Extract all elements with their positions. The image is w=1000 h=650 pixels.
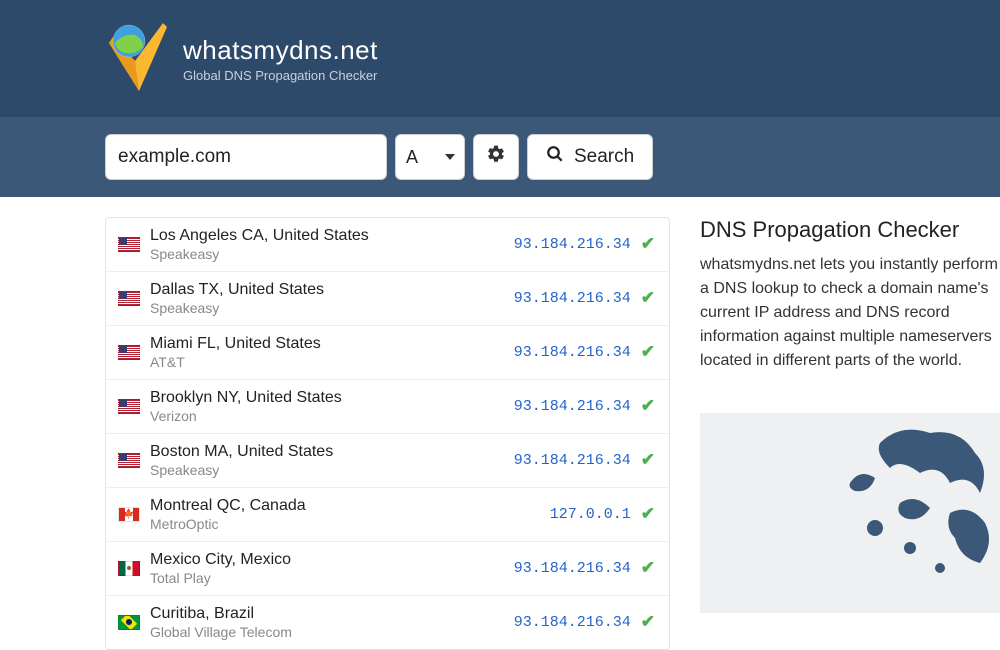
search-bar: A Search: [0, 117, 1000, 197]
location-block: Montreal QC, CanadaMetroOptic: [150, 496, 550, 533]
header-top: whatsmydns.net Global DNS Propagation Ch…: [0, 0, 1000, 117]
isp-name: Speakeasy: [150, 462, 514, 479]
flag-icon: [118, 399, 140, 414]
location-block: Brooklyn NY, United StatesVerizon: [150, 388, 514, 425]
logo-icon: [105, 19, 169, 99]
ip-address[interactable]: 93.184.216.34: [514, 614, 631, 631]
location-name: Brooklyn NY, United States: [150, 388, 514, 407]
site-name: whatsmydns.net: [183, 35, 378, 66]
location-block: Mexico City, MexicoTotal Play: [150, 550, 514, 587]
isp-name: MetroOptic: [150, 516, 550, 533]
location-name: Mexico City, Mexico: [150, 550, 514, 569]
flag-icon: [118, 507, 140, 522]
flag-icon: [118, 453, 140, 468]
result-row[interactable]: Miami FL, United StatesAT&T93.184.216.34…: [106, 326, 669, 380]
flag-icon: [118, 291, 140, 306]
logo[interactable]: whatsmydns.net Global DNS Propagation Ch…: [105, 19, 378, 99]
ip-address[interactable]: 93.184.216.34: [514, 560, 631, 577]
location-block: Los Angeles CA, United StatesSpeakeasy: [150, 226, 514, 263]
location-block: Dallas TX, United StatesSpeakeasy: [150, 280, 514, 317]
record-type-select[interactable]: A: [395, 134, 465, 180]
search-icon: [546, 145, 564, 169]
ip-address[interactable]: 93.184.216.34: [514, 290, 631, 307]
sidebar: DNS Propagation Checker whatsmydns.net l…: [700, 217, 1000, 650]
location-block: Boston MA, United StatesSpeakeasy: [150, 442, 514, 479]
site-tagline: Global DNS Propagation Checker: [183, 68, 378, 83]
brand-text: whatsmydns.net Global DNS Propagation Ch…: [183, 35, 378, 83]
isp-name: Speakeasy: [150, 246, 514, 263]
isp-name: Speakeasy: [150, 300, 514, 317]
check-icon: ✔: [641, 234, 655, 254]
check-icon: ✔: [641, 396, 655, 416]
ip-address[interactable]: 93.184.216.34: [514, 452, 631, 469]
flag-icon: [118, 237, 140, 252]
results-list: Los Angeles CA, United StatesSpeakeasy93…: [105, 217, 670, 650]
check-icon: ✔: [641, 504, 655, 524]
location-name: Miami FL, United States: [150, 334, 514, 353]
ip-address[interactable]: 93.184.216.34: [514, 344, 631, 361]
world-map[interactable]: [700, 413, 1000, 613]
sidebar-heading: DNS Propagation Checker: [700, 217, 1000, 243]
isp-name: AT&T: [150, 354, 514, 371]
location-name: Dallas TX, United States: [150, 280, 514, 299]
sidebar-description: whatsmydns.net lets you instantly perfor…: [700, 253, 1000, 373]
location-name: Boston MA, United States: [150, 442, 514, 461]
domain-input[interactable]: [105, 134, 387, 180]
ip-address[interactable]: 127.0.0.1: [550, 506, 631, 523]
flag-icon: [118, 561, 140, 576]
result-row[interactable]: Mexico City, MexicoTotal Play93.184.216.…: [106, 542, 669, 596]
ip-address[interactable]: 93.184.216.34: [514, 398, 631, 415]
location-name: Los Angeles CA, United States: [150, 226, 514, 245]
flag-icon: [118, 615, 140, 630]
location-block: Curitiba, BrazilGlobal Village Telecom: [150, 604, 514, 641]
search-button[interactable]: Search: [527, 134, 653, 180]
result-row[interactable]: Curitiba, BrazilGlobal Village Telecom93…: [106, 596, 669, 649]
result-row[interactable]: Brooklyn NY, United StatesVerizon93.184.…: [106, 380, 669, 434]
result-row[interactable]: Dallas TX, United StatesSpeakeasy93.184.…: [106, 272, 669, 326]
content: Los Angeles CA, United StatesSpeakeasy93…: [0, 197, 1000, 650]
check-icon: ✔: [641, 342, 655, 362]
settings-button[interactable]: [473, 134, 519, 180]
isp-name: Global Village Telecom: [150, 624, 514, 641]
gear-icon: [486, 144, 506, 170]
location-name: Montreal QC, Canada: [150, 496, 550, 515]
check-icon: ✔: [641, 558, 655, 578]
search-button-label: Search: [574, 146, 634, 168]
location-block: Miami FL, United StatesAT&T: [150, 334, 514, 371]
flag-icon: [118, 345, 140, 360]
result-row[interactable]: Los Angeles CA, United StatesSpeakeasy93…: [106, 218, 669, 272]
ip-address[interactable]: 93.184.216.34: [514, 236, 631, 253]
isp-name: Total Play: [150, 570, 514, 587]
check-icon: ✔: [641, 288, 655, 308]
result-row[interactable]: Montreal QC, CanadaMetroOptic127.0.0.1 ✔: [106, 488, 669, 542]
location-name: Curitiba, Brazil: [150, 604, 514, 623]
result-row[interactable]: Boston MA, United StatesSpeakeasy93.184.…: [106, 434, 669, 488]
check-icon: ✔: [641, 612, 655, 632]
check-icon: ✔: [641, 450, 655, 470]
isp-name: Verizon: [150, 408, 514, 425]
